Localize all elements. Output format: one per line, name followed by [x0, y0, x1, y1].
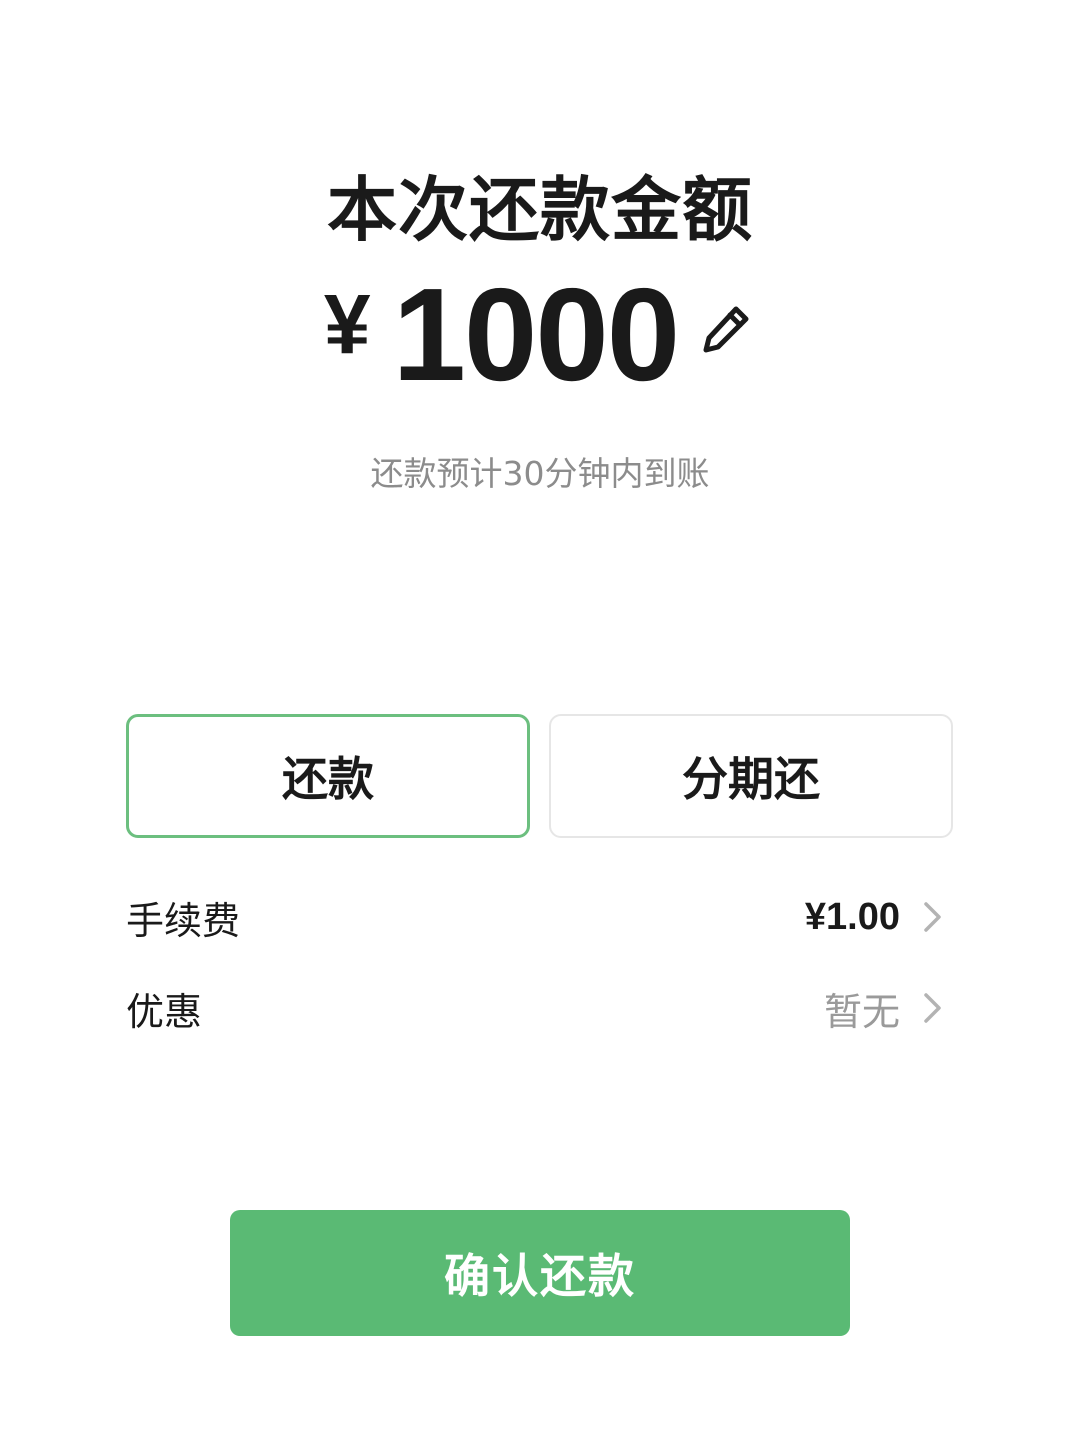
discount-row[interactable]: 优惠 暂无 — [126, 973, 954, 1043]
fee-label: 手续费 — [126, 898, 241, 943]
confirm-repay-button[interactable]: 确认还款 — [230, 1210, 850, 1336]
discount-label: 优惠 — [126, 989, 203, 1034]
installment-option-button[interactable]: 分期还 — [549, 714, 953, 838]
chevron-right-icon — [924, 993, 941, 1023]
discount-value: 暂无 — [823, 989, 900, 1034]
amount-display: ¥ 1000 — [0, 261, 1080, 408]
arrival-hint: 还款预计30分钟内到账 — [370, 454, 710, 493]
chevron-right-icon — [924, 902, 941, 932]
edit-amount-button[interactable] — [696, 299, 756, 359]
amount-value: 1000 — [392, 261, 681, 408]
currency-symbol: ¥ — [323, 276, 371, 371]
repay-option-button[interactable]: 还款 — [126, 714, 530, 838]
pencil-icon — [703, 306, 749, 353]
page-title: 本次还款金额 — [327, 169, 753, 251]
fee-value: ¥1.00 — [804, 895, 900, 938]
fee-row[interactable]: 手续费 ¥1.00 — [126, 882, 954, 952]
